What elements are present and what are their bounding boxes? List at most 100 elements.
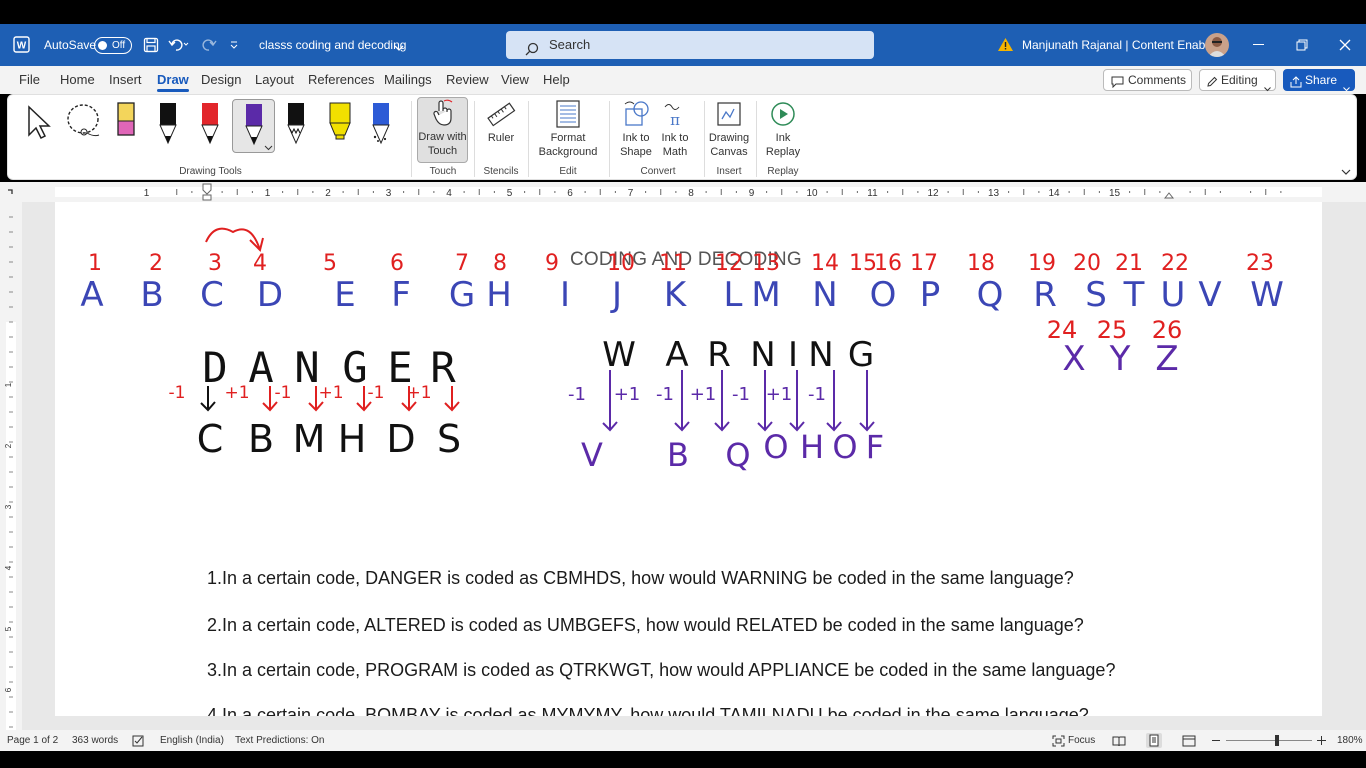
tab-draw[interactable]: Draw [157, 66, 189, 94]
tab-insert[interactable]: Insert [109, 66, 142, 94]
ink-warning-letter: R [707, 335, 731, 375]
web-layout-icon[interactable] [1182, 735, 1196, 750]
print-layout-icon[interactable] [1146, 733, 1162, 748]
zoom-out-icon[interactable] [1212, 740, 1220, 741]
group-divider [474, 101, 475, 177]
tab-design[interactable]: Design [201, 66, 241, 94]
ruler-number: 8 [688, 188, 694, 199]
share-button[interactable]: Share [1283, 69, 1355, 94]
word-count[interactable]: 363 words [72, 730, 118, 751]
ink-alphabet-letter: E [334, 275, 355, 315]
group-divider [528, 101, 529, 177]
close-icon[interactable] [1339, 39, 1351, 54]
ink-to-shape-button[interactable]: Ink to Shape [617, 99, 655, 159]
ink-alphabet-letter: L [724, 275, 743, 315]
ink-danger-op: +1 [318, 383, 343, 403]
ruler-number: 6 [567, 188, 573, 199]
format-background-button[interactable]: Format Background [533, 99, 603, 159]
text-predictions[interactable]: Text Predictions: On [235, 730, 324, 751]
ribbon: Drawing Tools Draw with Touch Touch Rule… [7, 94, 1357, 180]
autosave-toggle[interactable]: Off [94, 37, 132, 54]
restore-icon[interactable] [1296, 39, 1308, 54]
share-icon [1290, 74, 1302, 94]
ruler-button[interactable]: Ruler [480, 99, 522, 145]
chevron-down-icon[interactable] [394, 41, 404, 55]
ink-warning-letter: I [788, 335, 798, 375]
ink-danger-code-letter: D [386, 417, 415, 461]
vertical-ruler[interactable]: 1 2 3 4 5 6 [0, 202, 22, 730]
svg-text:π: π [670, 111, 680, 129]
ink-extra-letter: X [1062, 339, 1085, 379]
tab-review[interactable]: Review [446, 66, 489, 94]
drawing-canvas-label-1: Drawing [708, 132, 750, 144]
proofing-icon[interactable] [132, 735, 145, 750]
galaxy-pen-icon[interactable] [366, 101, 396, 147]
tab-references[interactable]: References [308, 66, 374, 94]
ink-alphabet-number: 8 [493, 251, 507, 276]
ruler-number: 11 [867, 188, 878, 199]
vruler-ticks: 1 2 3 4 5 6 [4, 216, 16, 730]
document-title[interactable]: classs coding and decoding [259, 24, 406, 66]
draw-with-touch-label-1: Draw with [418, 131, 467, 143]
save-icon[interactable] [143, 37, 159, 56]
ink-alphabet-number: 1 [88, 251, 102, 276]
ink-replay-label-2: Replay [765, 146, 801, 158]
group-touch-label: Touch [429, 166, 457, 177]
pen-purple-selected[interactable] [232, 99, 275, 153]
warning-icon[interactable] [997, 37, 1014, 55]
word-app-icon[interactable]: W [13, 36, 30, 53]
page-count[interactable]: Page 1 of 2 [7, 730, 58, 751]
pen-black-icon[interactable] [153, 101, 183, 147]
tab-layout[interactable]: Layout [255, 66, 294, 94]
zoom-level[interactable]: 180% [1337, 730, 1363, 751]
avatar[interactable] [1205, 33, 1229, 57]
ink-replay-button[interactable]: Ink Replay [763, 99, 803, 159]
zoom-in-icon[interactable] [1317, 736, 1326, 748]
tab-home[interactable]: Home [60, 66, 95, 94]
user-name[interactable]: Manjunath Rajanal | Content Enablers [1022, 24, 1225, 66]
ink-annotations[interactable]: A B C D E F G H I J K L M N O P Q R S T U V W1 2 3 4 5 6 7 8 9 10 11 12 13… [55, 202, 1322, 716]
zoom-slider-thumb[interactable] [1275, 735, 1279, 746]
search-icon [525, 38, 539, 66]
read-mode-icon[interactable] [1112, 735, 1126, 750]
chevron-down-icon[interactable] [264, 140, 273, 154]
language[interactable]: English (India) [160, 730, 224, 751]
search-box[interactable]: Search [506, 31, 874, 59]
customize-qat-icon[interactable] [229, 39, 239, 54]
ruler-number: 14 [1048, 188, 1060, 199]
editing-mode-button[interactable]: Editing [1199, 69, 1276, 92]
ink-extra-letter: Z [1155, 339, 1178, 379]
document-page[interactable]: CODING AND DECODING 1.In a certain code,… [55, 202, 1322, 716]
tab-view[interactable]: View [501, 66, 529, 94]
focus-label[interactable]: Focus [1068, 730, 1095, 751]
undo-icon[interactable] [168, 37, 190, 56]
horizontal-ruler[interactable]: 1 1 2 3 4 5 6 7 8 9 10 11 12 13 14 15 [0, 182, 1366, 202]
highlighter-icon[interactable] [325, 101, 355, 147]
ink-danger-op: -1 [275, 383, 292, 403]
group-divider [704, 101, 705, 177]
eraser-icon[interactable] [111, 101, 141, 147]
pen-red-icon[interactable] [195, 101, 225, 147]
lasso-select-icon[interactable] [65, 102, 101, 145]
ink-extra-number: 26 [1152, 316, 1183, 344]
drawing-canvas-button[interactable]: Drawing Canvas [708, 99, 750, 159]
select-cursor-icon[interactable] [26, 104, 52, 143]
ink-alphabet-letter: K [664, 275, 688, 315]
ink-alphabet-letter: O [870, 275, 897, 315]
comments-button[interactable]: Comments [1103, 69, 1192, 91]
vruler-number: 6 [4, 687, 13, 692]
tab-file[interactable]: File [19, 66, 40, 94]
ink-warning-op: +1 [614, 384, 641, 405]
draw-with-touch-button[interactable]: Draw with Touch [417, 97, 468, 163]
pencil-textured-icon[interactable] [281, 101, 311, 147]
collapse-ribbon-icon[interactable] [1341, 165, 1351, 179]
focus-icon[interactable] [1052, 735, 1065, 750]
tab-mailings[interactable]: Mailings [384, 66, 432, 94]
ink-to-math-button[interactable]: π Ink to Math [657, 99, 693, 159]
minimize-icon[interactable] [1253, 44, 1264, 45]
ink-alphabet-number: 19 [1028, 251, 1056, 276]
zoom-slider[interactable] [1226, 735, 1312, 746]
ink-extra-letter: Y [1109, 339, 1131, 379]
redo-icon[interactable] [201, 37, 217, 56]
tab-help[interactable]: Help [543, 66, 570, 94]
